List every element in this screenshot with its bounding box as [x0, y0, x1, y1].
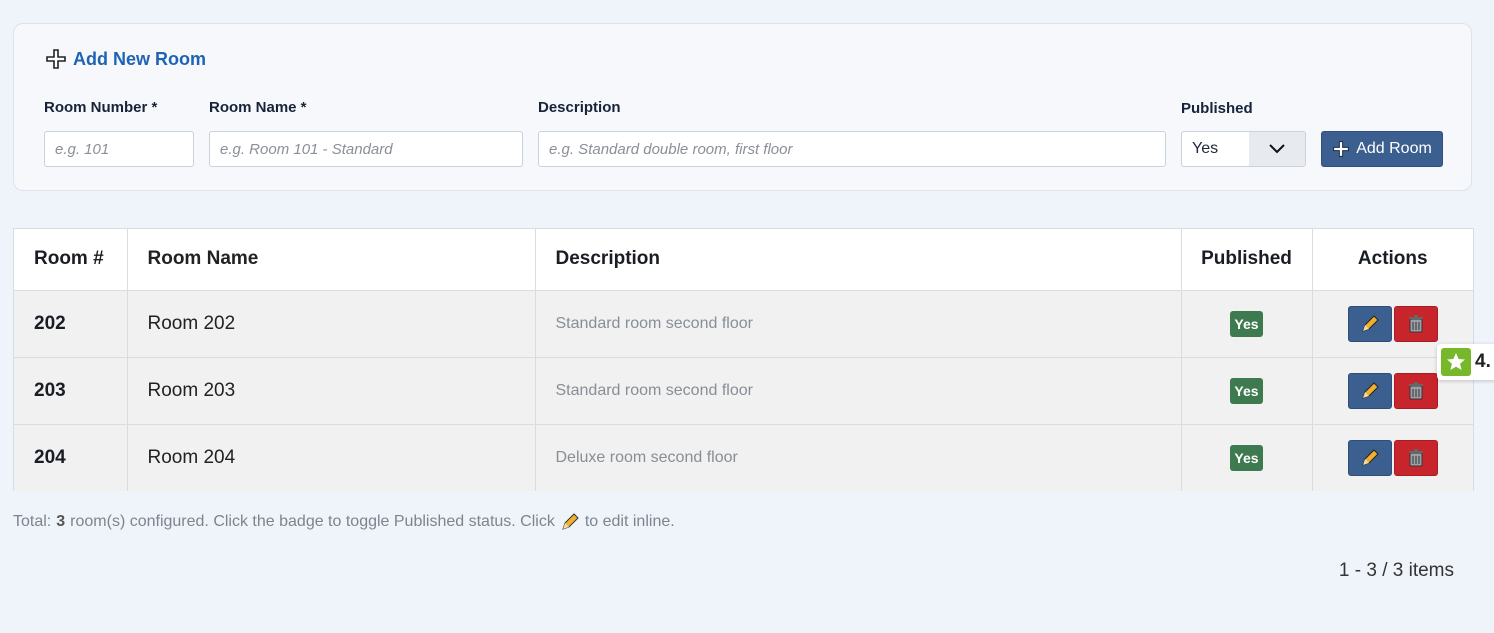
table-row: 202 Room 202 Standard room second floor …	[14, 290, 1473, 358]
footer-text-a: room(s) configured. Click the badge to t…	[70, 513, 555, 530]
add-room-panel: Add New Room Room Number * Room Name * D…	[13, 23, 1472, 191]
published-badge[interactable]: Yes	[1230, 310, 1263, 337]
trash-icon	[1408, 448, 1423, 467]
rating-value: 4.	[1475, 351, 1491, 372]
add-room-button-label: Add Room	[1356, 140, 1432, 157]
footer-text-b: to edit inline.	[584, 513, 675, 530]
table-row: 203 Room 203 Standard room second floor …	[14, 357, 1473, 425]
published-select-value: Yes	[1192, 140, 1219, 157]
description-label: Description	[538, 99, 621, 116]
description-input[interactable]	[538, 131, 1166, 167]
published-badge[interactable]: Yes	[1230, 444, 1263, 471]
room-number-cell: 203	[14, 357, 128, 425]
edit-button[interactable]	[1347, 439, 1392, 476]
pencil-icon	[1361, 449, 1379, 466]
description-cell: Standard room second floor	[535, 357, 1182, 425]
room-number-label: Room Number *	[44, 99, 158, 116]
room-number-cell: 202	[14, 290, 128, 358]
add-room-title: Add New Room	[45, 48, 206, 70]
room-number-cell: 204	[14, 424, 128, 491]
trash-icon	[1408, 381, 1423, 399]
pencil-icon	[562, 513, 579, 530]
header-room-name[interactable]: Room Name	[127, 229, 536, 291]
header-room-number[interactable]: Room #	[14, 229, 128, 291]
trash-icon	[1408, 314, 1423, 332]
room-count: 3	[56, 513, 66, 530]
delete-button[interactable]	[1393, 372, 1438, 409]
published-cell: Yes	[1181, 290, 1313, 358]
room-name-cell: Room 204	[127, 424, 536, 491]
room-name-label: Room Name *	[209, 99, 307, 116]
room-name-input[interactable]	[209, 131, 523, 167]
plus-icon	[46, 49, 66, 69]
edit-button[interactable]	[1347, 305, 1392, 342]
chevron-down-icon	[1249, 132, 1305, 166]
published-cell: Yes	[1181, 424, 1313, 491]
header-description[interactable]: Description	[535, 229, 1182, 291]
footer-prefix: Total:	[13, 513, 52, 530]
plus-icon	[1333, 141, 1350, 157]
add-room-button[interactable]: Add Room	[1321, 131, 1443, 167]
published-label: Published	[1181, 100, 1253, 117]
rating-widget[interactable]: 4.	[1437, 344, 1494, 380]
footer-note: Total: 3 room(s) configured. Click the b…	[13, 512, 675, 532]
pencil-icon	[1361, 381, 1379, 399]
add-room-title-text: Add New Room	[73, 48, 206, 69]
edit-button[interactable]	[1347, 372, 1392, 409]
table-header-row: Room # Room Name Description Published A…	[14, 229, 1473, 291]
header-published[interactable]: Published	[1181, 229, 1313, 291]
table-row: 204 Room 204 Deluxe room second floor Ye…	[14, 424, 1473, 491]
description-cell: Deluxe room second floor	[535, 424, 1182, 491]
description-cell: Standard room second floor	[535, 290, 1182, 358]
delete-button[interactable]	[1393, 439, 1438, 476]
pager-info: 1 - 3 / 3 items	[1338, 560, 1454, 581]
star-icon	[1441, 348, 1471, 376]
rooms-table: Room # Room Name Description Published A…	[13, 228, 1474, 491]
room-name-cell: Room 203	[127, 357, 536, 425]
room-name-cell: Room 202	[127, 290, 536, 358]
actions-cell	[1312, 424, 1473, 491]
pencil-icon	[1361, 314, 1379, 332]
room-number-input[interactable]	[44, 131, 194, 167]
published-cell: Yes	[1181, 357, 1313, 425]
header-actions: Actions	[1312, 229, 1473, 291]
published-select[interactable]: Yes	[1181, 131, 1306, 167]
published-badge[interactable]: Yes	[1230, 377, 1263, 404]
delete-button[interactable]	[1393, 305, 1438, 342]
